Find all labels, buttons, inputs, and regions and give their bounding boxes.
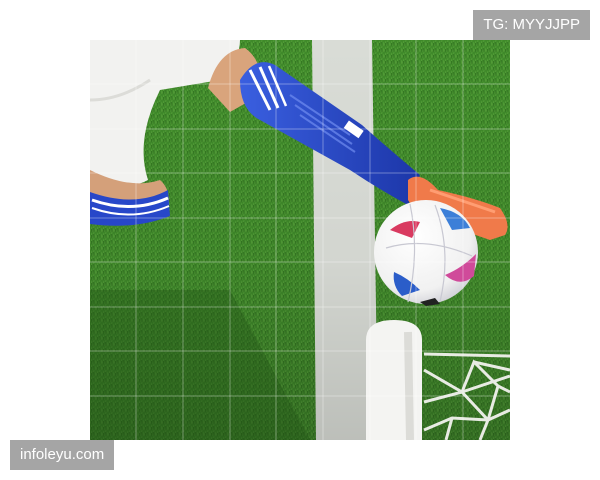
watermark-bottom-left: infoleyu.com (10, 440, 115, 470)
watermark-top-right: TG: MYYJJPP (473, 10, 590, 40)
photo (90, 40, 510, 440)
pitch-scene (90, 40, 510, 440)
